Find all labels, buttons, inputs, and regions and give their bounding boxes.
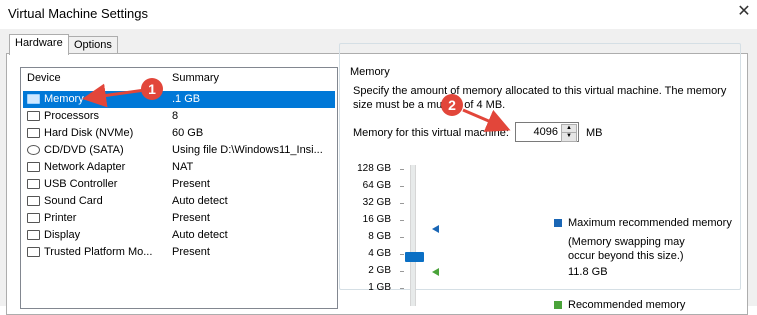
- annotation-callout-2: 2: [441, 94, 463, 116]
- annotation-callout-1: 1: [141, 78, 163, 100]
- annotation-arrow-1: [82, 83, 146, 108]
- annotation-arrow-2: [462, 108, 511, 132]
- annotation-arrows: [82, 83, 511, 132]
- tab-hardware[interactable]: Hardware: [9, 34, 69, 55]
